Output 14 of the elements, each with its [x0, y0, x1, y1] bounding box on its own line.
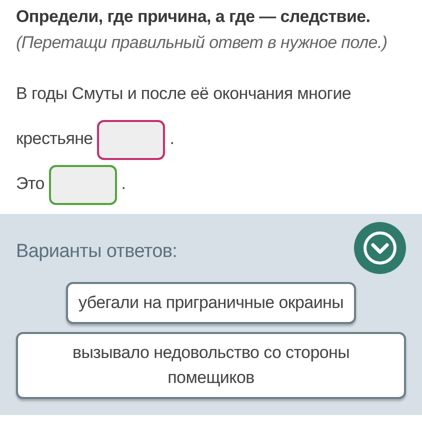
task-hint: (Перетащи правильный ответ в нужное поле.) [16, 32, 388, 54]
task-title: Определи, где причина, а где — следствие. [16, 6, 372, 28]
sentence-text: крестьяне [16, 129, 93, 148]
answer-option[interactable]: вызывало недовольство со стороны помещиков [16, 332, 406, 398]
drop-field[interactable] [48, 164, 117, 205]
collapse-button[interactable] [354, 222, 406, 274]
answer-option[interactable]: убегали на приграничные окраины [66, 282, 356, 324]
answers-heading: Варианты ответов: [16, 240, 178, 264]
drop-field[interactable] [97, 120, 166, 160]
period: . [170, 129, 174, 148]
sentence-text: В годы Смуты и после её окончания многие [16, 84, 352, 103]
sentence-text: Это [16, 174, 44, 193]
period: . [121, 174, 126, 193]
chevron-down-icon [363, 231, 397, 265]
